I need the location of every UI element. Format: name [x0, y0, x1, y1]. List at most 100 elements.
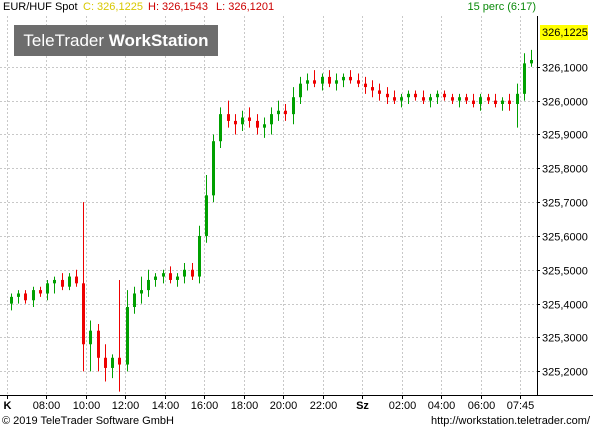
candle	[126, 290, 129, 372]
candle	[248, 107, 251, 128]
close-value: C: 326,1225	[83, 1, 143, 13]
candle	[183, 263, 186, 284]
x-tick-label: 07:45	[507, 400, 535, 412]
x-tick-label: 22:00	[310, 400, 338, 412]
candle	[270, 107, 273, 135]
x-tick-label: 16:00	[191, 400, 219, 412]
candle	[458, 93, 461, 108]
candle	[508, 93, 511, 111]
y-tick-label: 325,3000	[542, 333, 588, 345]
candle-body	[82, 283, 85, 345]
candle	[364, 76, 367, 94]
candle-body	[241, 117, 244, 125]
candle-body	[508, 100, 511, 104]
candle	[292, 87, 295, 125]
candle-body	[270, 114, 273, 125]
website-link[interactable]: http://workstation.teletrader.com/	[431, 415, 590, 427]
candle-body	[313, 80, 316, 84]
candle-body	[227, 114, 230, 121]
candle-body	[176, 276, 179, 280]
candle	[451, 93, 454, 104]
candle-body	[162, 273, 165, 277]
candle	[234, 114, 237, 135]
candle-body	[328, 76, 331, 84]
candle	[104, 344, 107, 382]
y-tick-label: 325,4000	[542, 300, 588, 312]
candle-body	[378, 90, 381, 94]
candle-body	[219, 114, 222, 142]
candle-body	[364, 83, 367, 88]
candle-body	[140, 290, 143, 294]
candle-body	[263, 124, 266, 128]
candle	[299, 76, 302, 104]
candle	[494, 93, 497, 108]
x-tick-label: K	[4, 400, 12, 412]
candle-body	[458, 97, 461, 101]
candle	[89, 320, 92, 372]
candle-body	[407, 93, 410, 98]
candle-body	[154, 276, 157, 280]
candle	[328, 70, 331, 88]
candle-body	[32, 290, 35, 301]
low-value: L: 326,1201	[216, 1, 275, 13]
x-tick-label: Sz	[356, 400, 369, 412]
candle	[378, 83, 381, 101]
candle	[256, 114, 259, 135]
x-tick-label: 02:00	[389, 400, 417, 412]
y-tick-label: 325,2000	[542, 367, 588, 379]
candle-body	[10, 296, 13, 304]
y-tick-label: 326,0000	[542, 97, 588, 109]
candle	[342, 73, 345, 88]
candle	[118, 279, 121, 392]
candle	[176, 273, 179, 287]
copyright-text: © 2019 TeleTrader Software GmbH	[2, 415, 174, 427]
symbol-label[interactable]: EUR/HUF Spot	[3, 1, 78, 13]
candle	[147, 269, 150, 297]
x-tick-label: 10:00	[73, 400, 101, 412]
x-tick-label: 04:00	[428, 400, 456, 412]
candle	[487, 93, 490, 104]
candle	[82, 202, 85, 372]
x-tick-label: 08:00	[33, 400, 61, 412]
candle-body	[494, 100, 497, 104]
candle	[133, 286, 136, 314]
candle-body	[89, 330, 92, 345]
candle	[162, 269, 165, 284]
y-tick-label: 325,7000	[542, 198, 588, 210]
candle-body	[17, 293, 20, 297]
candle	[277, 100, 280, 121]
candle-body	[479, 97, 482, 104]
candle-body	[472, 100, 475, 104]
y-axis: 326,1000 326,0000 325,9000 325,8000 325,7000…	[537, 63, 588, 379]
candle-body	[342, 76, 345, 81]
candle	[371, 80, 374, 98]
candle-body	[321, 76, 324, 84]
last-price-label: 326,1225	[542, 27, 588, 39]
candle-body	[393, 97, 396, 101]
candle-body	[371, 87, 374, 91]
x-tick-label: 12:00	[112, 400, 140, 412]
candle-body	[234, 120, 237, 125]
candle	[313, 70, 316, 88]
candle	[198, 225, 201, 284]
interval-label[interactable]: 15 perc (6:17)	[468, 1, 536, 13]
candle	[212, 134, 215, 203]
price-chart[interactable]: 326,1000 326,0000 325,9000 325,8000 325,7000…	[0, 0, 593, 431]
x-axis: K 08:00 10:00 12:00 14:00 16:00 18:00 20:00 22:0…	[4, 395, 535, 412]
candle	[140, 276, 143, 304]
candle	[111, 354, 114, 379]
candle	[241, 110, 244, 132]
candle-body	[198, 235, 201, 277]
candle	[24, 290, 27, 304]
candle	[17, 290, 20, 304]
candle-body	[487, 97, 490, 101]
teletrader-logo: TeleTrader WorkStation	[14, 25, 218, 56]
candle-body	[75, 276, 78, 284]
candle	[465, 93, 468, 104]
candle	[501, 97, 504, 111]
candle-body	[349, 76, 352, 81]
candle-body	[118, 357, 121, 365]
candle	[284, 103, 287, 121]
candle	[349, 70, 352, 84]
candle	[227, 100, 230, 128]
